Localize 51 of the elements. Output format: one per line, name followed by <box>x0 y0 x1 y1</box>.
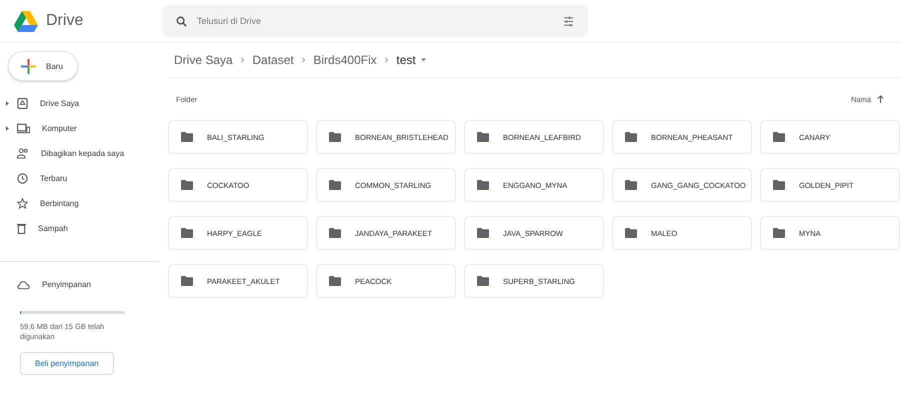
folder-icon <box>181 276 193 286</box>
folder-icon <box>477 180 489 190</box>
cloud-icon <box>17 280 30 290</box>
breadcrumb-separator: › <box>384 54 388 66</box>
buy-storage-button[interactable]: Beli penyimpanan <box>20 352 114 374</box>
sort-arrow-icon <box>877 95 884 103</box>
drive-logo-icon <box>14 10 38 32</box>
folder-icon <box>773 132 785 142</box>
folder-icon <box>625 132 637 142</box>
sidebar-item[interactable]: Drive Saya <box>0 91 160 116</box>
folder-icon <box>181 132 193 142</box>
search-icon <box>176 16 187 27</box>
drive-icon <box>17 98 28 109</box>
folder-icon <box>477 132 489 142</box>
breadcrumb-separator: › <box>302 54 306 66</box>
breadcrumb-item[interactable]: Birds400Fix <box>313 53 377 67</box>
folder-icon <box>625 228 637 238</box>
folder-icon <box>477 276 489 286</box>
sidebar-item[interactable]: Sampah <box>0 216 160 241</box>
people-icon <box>17 148 29 159</box>
folder-icon <box>181 180 193 190</box>
expand-caret-icon[interactable] <box>6 101 9 106</box>
computer-icon <box>17 123 30 134</box>
clock-icon <box>17 173 28 184</box>
breadcrumb-item[interactable]: Dataset <box>252 53 294 67</box>
folder-icon <box>773 180 785 190</box>
expand-caret-icon[interactable] <box>6 126 9 131</box>
sidebar-item[interactable]: Terbaru <box>0 166 160 191</box>
storage-item[interactable]: Penyimpanan <box>0 272 160 297</box>
folder-icon <box>625 180 637 190</box>
folder-icon <box>329 276 341 286</box>
new-button[interactable]: Baru <box>8 51 78 81</box>
folder-icon <box>329 180 341 190</box>
star-icon <box>17 198 28 209</box>
breadcrumb-item[interactable]: test <box>396 53 416 67</box>
breadcrumb-item[interactable]: Drive Saya <box>174 53 233 67</box>
folder-icon <box>329 228 341 238</box>
filter-options-icon[interactable] <box>563 16 574 27</box>
app-name: Drive <box>46 12 84 30</box>
search-field[interactable]: Telusuri di Drive <box>162 5 588 37</box>
folder-icon <box>329 132 341 142</box>
dropdown-caret-icon[interactable] <box>420 58 426 62</box>
trash-icon <box>17 223 26 234</box>
breadcrumb-separator: › <box>240 54 244 66</box>
sidebar-item[interactable]: Komputer <box>0 116 160 141</box>
plus-icon <box>21 58 36 74</box>
sidebar-item[interactable]: Berbintang <box>0 191 160 216</box>
folder-icon <box>773 228 785 238</box>
folder-icon <box>477 228 489 238</box>
folder-icon <box>181 228 193 238</box>
sidebar-item[interactable]: Dibagikan kepada saya <box>0 141 160 166</box>
